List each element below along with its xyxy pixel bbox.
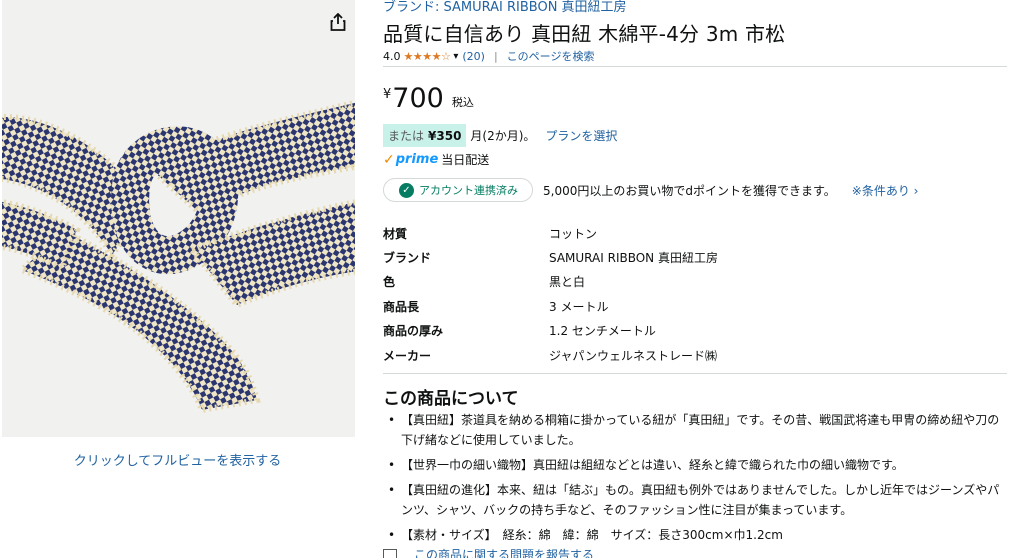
prime-check-icon: ✓ bbox=[383, 151, 395, 168]
delivery-label: 当日配送 bbox=[441, 153, 490, 167]
spec-key: ブランド bbox=[383, 251, 432, 266]
table-row: ブランド SAMURAI RIBBON 真田紐工房 bbox=[383, 245, 1007, 269]
spec-value: 3 メートル bbox=[549, 299, 609, 314]
spec-value: SAMURAI RIBBON 真田紐工房 bbox=[549, 251, 718, 266]
table-row: 商品長 3 メートル bbox=[383, 294, 1007, 318]
check-circle-icon: ✓ bbox=[399, 182, 414, 198]
report-label: この商品に関する問題を報告する bbox=[414, 548, 595, 558]
list-item: 【真田紐】茶道具を納める桐箱に掛かっている紐が「真田紐」です。その昔、戦国武将達… bbox=[383, 410, 1007, 450]
select-plan-link[interactable]: プランを選択 bbox=[545, 127, 617, 144]
account-linked-label: アカウント連携済み bbox=[419, 184, 518, 197]
spec-value: コットン bbox=[549, 226, 598, 241]
installment-term: 月(2か月)。 bbox=[470, 129, 536, 143]
list-item: 【真田紐の進化】本来、紐は「結ぶ」もの。真田紐も例外ではありませんでした。しかし… bbox=[383, 480, 1007, 520]
ribbon-knot-illustration bbox=[2, 99, 355, 414]
divider bbox=[383, 66, 1007, 67]
fullview-link[interactable]: クリックしてフルビューを表示する bbox=[0, 450, 355, 469]
image-column: クリックしてフルビューを表示する bbox=[0, 0, 362, 558]
table-row: メーカー ジャパンウェルネストレード㈱ bbox=[383, 343, 1007, 367]
installment-badge: または ¥350 bbox=[383, 124, 467, 147]
about-bullets: 【真田紐】茶道具を納める桐箱に掛かっている紐が「真田紐」です。その昔、戦国武将達… bbox=[383, 410, 1007, 550]
spec-value: ジャパンウェルネストレード㈱ bbox=[549, 348, 718, 363]
list-item: 【素材・サイズ】 経糸：綿 緯：綿 サイズ：長さ300cm×巾1.2cm bbox=[383, 525, 1007, 545]
price-amount: 700 bbox=[392, 83, 444, 114]
spec-key: 材質 bbox=[383, 226, 408, 241]
spec-table: 材質 コットン ブランド SAMURAI RIBBON 真田紐工房 色 黒と白 … bbox=[383, 221, 1007, 367]
spec-value: 1.2 センチメートル bbox=[549, 324, 656, 339]
spec-key: 色 bbox=[383, 275, 396, 290]
account-linked-badge[interactable]: ✓ アカウント連携済み bbox=[383, 178, 533, 202]
report-icon bbox=[383, 548, 397, 558]
star-rating-icon[interactable]: ★★★★☆ bbox=[404, 50, 451, 63]
points-row: ✓ アカウント連携済み 5,000円以上のお買い物でdポイントを獲得できます。 … bbox=[383, 178, 918, 202]
spec-key: 商品の厚み bbox=[383, 324, 444, 339]
installment-row: または ¥350 月(2か月)。 プランを選択 bbox=[383, 124, 617, 147]
divider bbox=[383, 373, 1007, 374]
share-button[interactable] bbox=[325, 9, 351, 35]
spec-key: メーカー bbox=[383, 348, 432, 363]
product-title: 品質に自信あり 真田紐 木綿平-4分 3m 市松 bbox=[383, 22, 786, 46]
prime-logo: prime bbox=[395, 152, 439, 167]
product-image[interactable] bbox=[2, 0, 355, 437]
chevron-down-icon[interactable]: ▾ bbox=[453, 51, 458, 62]
share-icon bbox=[330, 13, 346, 31]
brand-link[interactable]: ブランド: SAMURAI RIBBON 真田紐工房 bbox=[383, 0, 627, 15]
search-page-link[interactable]: このページを検索 bbox=[507, 48, 595, 64]
installment-price: ¥350 bbox=[428, 128, 462, 143]
spec-value: 黒と白 bbox=[549, 275, 586, 290]
list-item: 【世界一巾の細い織物】真田紐は組紐などとは違い、経糸と緯で織られた巾の細い織物で… bbox=[383, 455, 1007, 475]
table-row: 材質 コットン bbox=[383, 221, 1007, 245]
table-row: 色 黒と白 bbox=[383, 270, 1007, 294]
about-heading: この商品について bbox=[383, 389, 519, 409]
review-count-link[interactable]: (20) bbox=[462, 50, 485, 63]
rating-value: 4.0 bbox=[383, 49, 401, 63]
table-row: 商品の厚み 1.2 センチメートル bbox=[383, 319, 1007, 343]
points-text: 5,000円以上のお買い物でdポイントを獲得できます。 bbox=[543, 183, 836, 198]
conditions-link[interactable]: ※条件あり › bbox=[852, 182, 919, 199]
report-issue-link[interactable]: この商品に関する問題を報告する bbox=[383, 546, 594, 558]
prime-delivery: ✓ prime 当日配送 bbox=[383, 151, 489, 168]
price-tax-label: 税込 bbox=[451, 96, 474, 109]
product-details: ブランド: SAMURAI RIBBON 真田紐工房 品質に自信あり 真田紐 木… bbox=[383, 0, 1007, 558]
spec-key: 商品長 bbox=[383, 299, 420, 314]
rating-row: 4.0 ★★★★☆ ▾ (20) | このページを検索 bbox=[383, 48, 594, 64]
price-symbol: ¥ bbox=[383, 87, 392, 102]
installment-or: または bbox=[388, 129, 425, 143]
separator: | bbox=[493, 49, 498, 63]
price: ¥ 700 税込 bbox=[383, 84, 474, 114]
